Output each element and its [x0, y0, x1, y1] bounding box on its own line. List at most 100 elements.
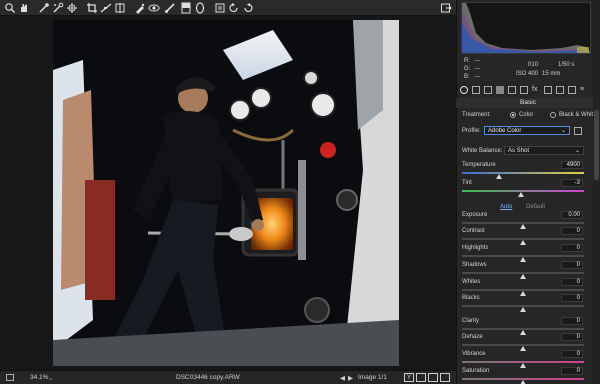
- highlights-slider-thumb[interactable]: [520, 257, 526, 262]
- effects-tab-icon[interactable]: fx: [532, 86, 540, 94]
- highlights-value-field[interactable]: 0: [561, 244, 583, 252]
- snapshots-tab-icon[interactable]: [568, 86, 576, 94]
- hsl-tab-icon[interactable]: [496, 86, 504, 94]
- split-toning-tab-icon[interactable]: [508, 86, 516, 94]
- treatment-label: Treatment:: [462, 112, 491, 118]
- hand-tool-icon[interactable]: [18, 2, 30, 14]
- photo-preview: [53, 20, 399, 366]
- scrollbar-thumb[interactable]: [594, 110, 599, 180]
- chevron-down-icon: ⌄: [574, 148, 580, 154]
- vibrance-slider-thumb[interactable]: [520, 363, 526, 368]
- profile-browser-icon[interactable]: [574, 127, 582, 135]
- white-balance-tool-icon[interactable]: [38, 2, 50, 14]
- profile-value: Adobe Color: [488, 128, 522, 134]
- tint-value-field[interactable]: -3: [561, 179, 583, 187]
- blacks-label: Blacks: [462, 295, 480, 301]
- rotate-left-icon[interactable]: [228, 2, 240, 14]
- whites-label: Whites: [462, 279, 481, 285]
- temperature-slider-track[interactable]: [462, 172, 584, 174]
- dehaze-value-field[interactable]: 0: [561, 333, 583, 341]
- swap-settings-icon[interactable]: [416, 373, 426, 382]
- highlights-label: Highlights: [462, 245, 489, 251]
- zoom-tool-icon[interactable]: [4, 2, 16, 14]
- shadows-slider-thumb[interactable]: [520, 274, 526, 279]
- r-value: ---: [474, 58, 480, 64]
- spot-removal-tool-icon[interactable]: [134, 2, 146, 14]
- g-value: ---: [474, 66, 480, 72]
- blacks-value-field[interactable]: 0: [561, 294, 583, 302]
- toggle-panel-icon[interactable]: [6, 374, 14, 381]
- prev-image-button[interactable]: ◀: [340, 374, 345, 382]
- calibration-tab-icon[interactable]: [544, 86, 552, 94]
- targeted-adjustment-tool-icon[interactable]: [66, 2, 78, 14]
- dehaze-label: Dehaze: [462, 334, 483, 340]
- straighten-tool-icon[interactable]: [100, 2, 112, 14]
- saturation-slider-thumb[interactable]: [520, 380, 526, 384]
- shadows-label: Shadows: [462, 262, 487, 268]
- whites-slider-thumb[interactable]: [520, 291, 526, 296]
- image-canvas[interactable]: [0, 16, 456, 370]
- lens-tab-icon[interactable]: [520, 86, 528, 94]
- panel-menu-icon[interactable]: ≡: [580, 86, 588, 94]
- contrast-label: Contrast: [462, 228, 485, 234]
- tint-slider-thumb[interactable]: [517, 192, 524, 197]
- transform-tool-icon[interactable]: [114, 2, 126, 14]
- b-label: B:: [464, 74, 470, 80]
- contrast-slider-thumb[interactable]: [520, 240, 526, 245]
- whites-value-field[interactable]: 0: [561, 278, 583, 286]
- saturation-value-field[interactable]: 0: [561, 367, 583, 375]
- clarity-label: Clarity: [462, 318, 480, 324]
- panel-scrollbar[interactable]: [593, 0, 600, 384]
- profile-dropdown[interactable]: Adobe Color ⌄: [484, 126, 570, 135]
- blacks-slider-thumb[interactable]: [520, 307, 526, 312]
- white-balance-dropdown[interactable]: As Shot ⌄: [504, 146, 584, 155]
- exposure-value-field[interactable]: 0.00: [561, 211, 583, 219]
- treatment-bw-radio[interactable]: [550, 112, 556, 118]
- crop-tool-icon[interactable]: [86, 2, 98, 14]
- vibrance-value-field[interactable]: 0: [561, 350, 583, 358]
- white-balance-value: As Shot: [508, 148, 530, 154]
- zoom-dropdown-icon[interactable]: ⌄: [48, 374, 53, 382]
- before-after-y-button[interactable]: Y: [404, 373, 414, 382]
- rotate-right-icon[interactable]: [242, 2, 254, 14]
- focal-length: 15 mm: [542, 71, 561, 77]
- adjustment-brush-tool-icon[interactable]: [164, 2, 176, 14]
- clarity-slider-thumb[interactable]: [520, 330, 526, 335]
- radial-filter-tool-icon[interactable]: [194, 2, 206, 14]
- graduated-filter-tool-icon[interactable]: [180, 2, 192, 14]
- vibrance-label: Vibrance: [462, 351, 486, 357]
- camera-raw-window: 34.1% ⌄ DSC03446 copy.ARW ◀ ▶ Image 1/1 …: [0, 0, 600, 384]
- tone-curve-tab-icon[interactable]: [472, 86, 480, 94]
- shadows-value-field[interactable]: 0: [561, 261, 583, 269]
- r-label: R:: [464, 58, 470, 64]
- presets-tab-icon[interactable]: [556, 86, 564, 94]
- next-image-button[interactable]: ▶: [348, 374, 353, 382]
- basic-tab-icon[interactable]: [460, 86, 468, 94]
- white-balance-label: White Balance:: [462, 148, 503, 154]
- copy-settings-icon[interactable]: [428, 373, 438, 382]
- locomotive-cab-photo: [53, 20, 399, 366]
- exposure-slider-thumb[interactable]: [520, 224, 526, 229]
- toggle-preview-icon[interactable]: [440, 373, 450, 382]
- red-eye-tool-icon[interactable]: [148, 2, 160, 14]
- color-sampler-tool-icon[interactable]: [52, 2, 64, 14]
- g-label: G:: [464, 66, 471, 72]
- histogram: [461, 2, 591, 54]
- contrast-value-field[interactable]: 0: [561, 227, 583, 235]
- temperature-value-field[interactable]: 4900: [561, 161, 583, 169]
- tint-label: Tint: [462, 180, 472, 186]
- treatment-color-label: Color: [519, 112, 534, 118]
- export-icon[interactable]: [440, 2, 452, 14]
- zoom-level[interactable]: 34.1%: [30, 374, 48, 381]
- preferences-icon[interactable]: [214, 2, 226, 14]
- temperature-slider-thumb[interactable]: [495, 174, 502, 179]
- dehaze-slider-thumb[interactable]: [520, 346, 526, 351]
- default-button[interactable]: Default: [526, 204, 545, 210]
- b-value: ---: [474, 74, 480, 80]
- auto-button[interactable]: Auto: [500, 204, 512, 210]
- aperture: f/10: [528, 62, 539, 68]
- detail-tab-icon[interactable]: [484, 86, 492, 94]
- clarity-value-field[interactable]: 0: [561, 317, 583, 325]
- file-name: DSC03446 copy.ARW: [176, 374, 240, 381]
- treatment-color-radio[interactable]: [510, 112, 516, 118]
